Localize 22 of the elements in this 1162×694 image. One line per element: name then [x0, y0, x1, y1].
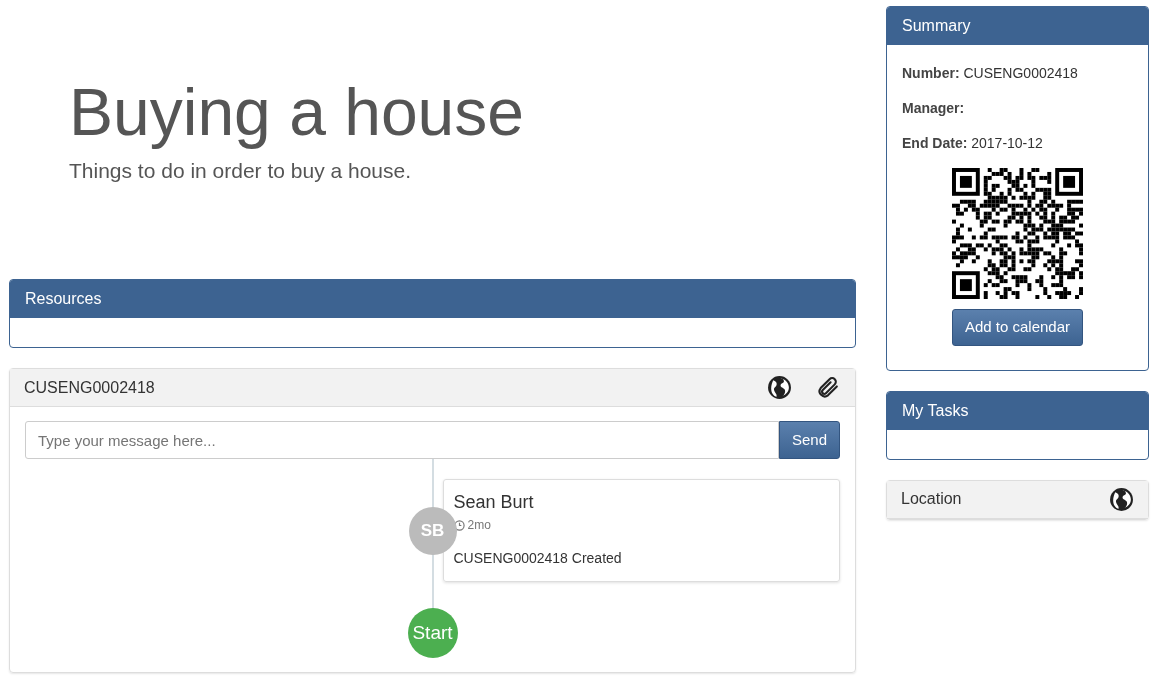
page-title: Buying a house — [69, 76, 525, 149]
page-subtitle: Things to do in order to buy a house. — [69, 157, 413, 184]
field-value: CUSENG0002418 — [963, 65, 1078, 81]
location-panel[interactable]: Location — [886, 479, 1149, 520]
clock-icon — [453, 519, 465, 531]
globe-icon[interactable] — [767, 375, 792, 401]
paperclip-icon[interactable] — [816, 375, 841, 401]
field-label: Manager: — [902, 100, 965, 116]
message-input[interactable]: Type your message here... — [25, 421, 779, 460]
panel-title: Location — [901, 489, 963, 509]
panel-header: My Tasks — [887, 391, 1148, 430]
field-label: End Date: — [902, 135, 968, 151]
start-marker: Start — [407, 608, 458, 659]
add-to-calendar-button[interactable]: Add to calendar — [951, 309, 1084, 346]
send-button[interactable]: Send — [778, 421, 840, 460]
time-ago: 2mo — [467, 517, 491, 535]
field-label: Number: — [902, 65, 960, 81]
field-value: 2017-10-12 — [971, 135, 1043, 151]
panel-header: Resources — [10, 280, 855, 319]
panel-title: CUSENG0002418 — [24, 377, 156, 398]
panel-header: Summary — [887, 7, 1148, 45]
globe-icon[interactable] — [1109, 486, 1134, 512]
